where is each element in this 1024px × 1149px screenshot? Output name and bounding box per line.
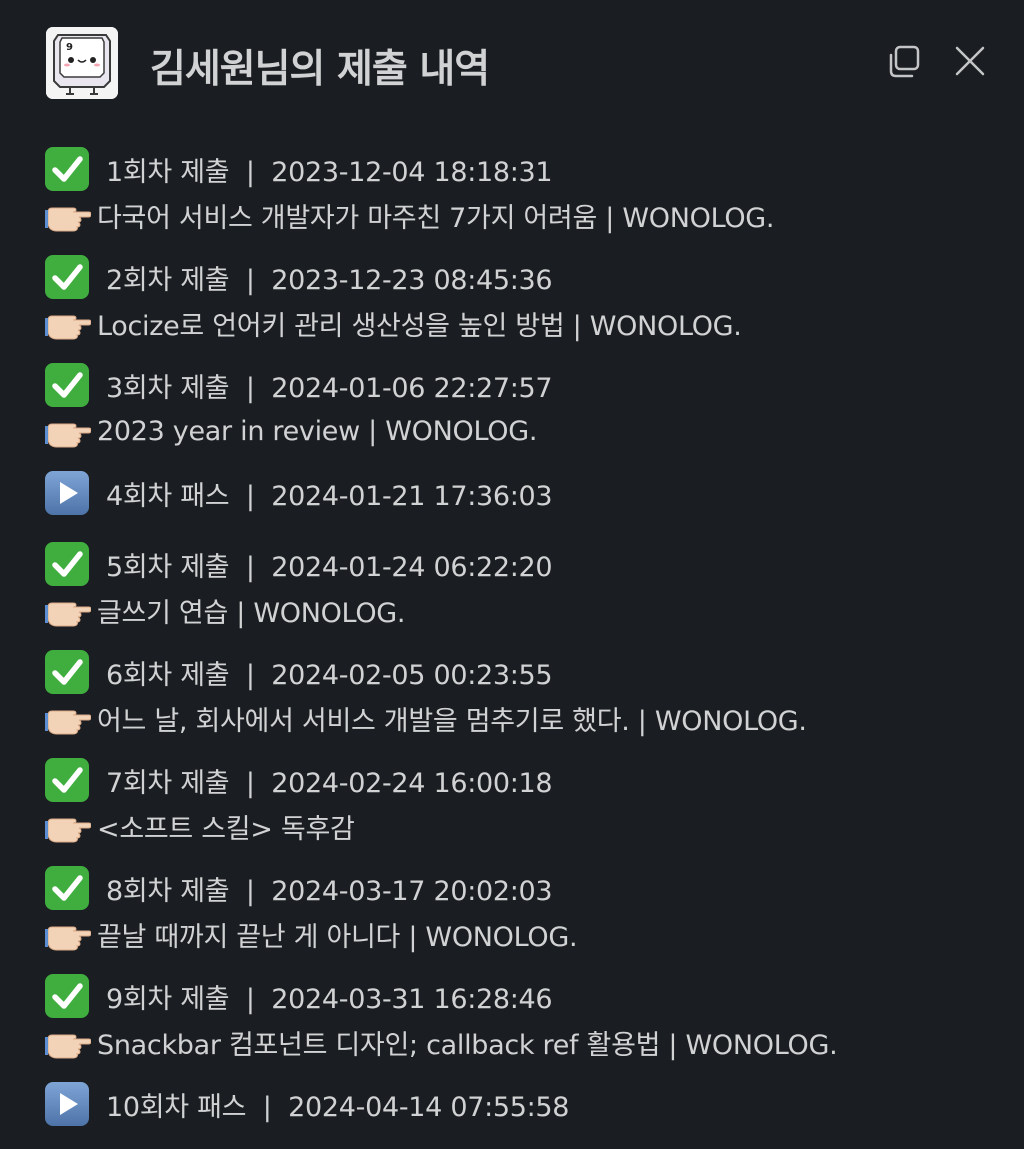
post-link-line: Locize로 언어키 관리 생산성을 높인 방법 | WONOLOG. bbox=[45, 303, 1005, 343]
copy-button[interactable] bbox=[882, 40, 926, 84]
submission-entry: 8회차 제출 | 2024-03-17 20:02:03 끝날 때까지 끝난 게 … bbox=[45, 862, 1005, 954]
pointing-hand-icon bbox=[45, 306, 91, 340]
submission-status-text: 8회차 제출 | 2024-03-17 20:02:03 bbox=[106, 875, 553, 907]
post-link[interactable]: <소프트 스킬> 독후감 bbox=[97, 807, 355, 846]
post-link[interactable]: Locize로 언어키 관리 생산성을 높인 방법 | WONOLOG. bbox=[97, 304, 742, 343]
check-mark-icon bbox=[45, 866, 89, 910]
post-link[interactable]: 끝날 때까지 끝난 게 아니다 | WONOLOG. bbox=[97, 915, 578, 954]
check-mark-icon bbox=[45, 758, 89, 802]
check-mark-icon bbox=[45, 542, 89, 586]
post-link-line: 2023 year in review | WONOLOG. bbox=[45, 411, 1005, 451]
post-link[interactable]: 다국어 서비스 개발자가 마주친 7가지 어려움 | WONOLOG. bbox=[97, 196, 775, 235]
status-line: 7회차 제출 | 2024-02-24 16:00:18 bbox=[45, 754, 1005, 806]
post-link[interactable]: 글쓰기 연습 | WONOLOG. bbox=[97, 591, 405, 630]
check-mark-icon bbox=[45, 650, 89, 694]
submission-status-text: 5회차 제출 | 2024-01-24 06:22:20 bbox=[106, 551, 553, 583]
submission-status-text: 3회차 제출 | 2024-01-06 22:27:57 bbox=[106, 372, 553, 404]
pointing-hand-icon bbox=[45, 198, 91, 232]
submission-status-text: 6회차 제출 | 2024-02-05 00:23:55 bbox=[106, 659, 553, 691]
post-link-line: <소프트 스킬> 독후감 bbox=[45, 806, 1005, 846]
status-line: 1회차 제출 | 2023-12-04 18:18:31 bbox=[45, 143, 1005, 195]
status-line: 9회차 제출 | 2024-03-31 16:28:46 bbox=[45, 970, 1005, 1022]
status-line: 8회차 제출 | 2024-03-17 20:02:03 bbox=[45, 862, 1005, 914]
status-line: 4회차 패스 | 2024-01-21 17:36:03 bbox=[45, 467, 1005, 519]
post-link-line: 글쓰기 연습 | WONOLOG. bbox=[45, 590, 1005, 630]
post-link-line: 어느 날, 회사에서 서비스 개발을 멈추기로 했다. | WONOLOG. bbox=[45, 698, 1005, 738]
submission-status-text: 7회차 제출 | 2024-02-24 16:00:18 bbox=[106, 767, 553, 799]
close-button[interactable] bbox=[947, 40, 991, 84]
dialog-header: 9 김세원님의 제출 내역 bbox=[0, 0, 1024, 125]
pointing-hand-icon bbox=[45, 917, 91, 951]
keycap-mascot-icon: 9 bbox=[46, 27, 118, 99]
submission-entry: 2회차 제출 | 2023-12-23 08:45:36 Locize로 언어키 … bbox=[45, 251, 1005, 343]
check-mark-icon bbox=[45, 255, 89, 299]
submission-entry: 6회차 제출 | 2024-02-05 00:23:55 어느 날, 회사에서 서… bbox=[45, 646, 1005, 738]
submission-status-text: 2회차 제출 | 2023-12-23 08:45:36 bbox=[106, 264, 553, 296]
submission-list: 1회차 제출 | 2023-12-04 18:18:31 다국어 서비스 개발자가… bbox=[45, 143, 1005, 1149]
post-link[interactable]: Snackbar 컴포넌트 디자인; callback ref 활용법 | WO… bbox=[97, 1023, 838, 1062]
submission-entry: 9회차 제출 | 2024-03-31 16:28:46 Snackbar 컴포넌… bbox=[45, 970, 1005, 1062]
status-line: 5회차 제출 | 2024-01-24 06:22:20 bbox=[45, 538, 1005, 590]
check-mark-icon bbox=[45, 974, 89, 1018]
submission-status-text: 10회차 패스 | 2024-04-14 07:55:58 bbox=[106, 1091, 570, 1123]
status-line: 6회차 제출 | 2024-02-05 00:23:55 bbox=[45, 646, 1005, 698]
post-link[interactable]: 2023 year in review | WONOLOG. bbox=[97, 416, 537, 447]
post-link-line: 끝날 때까지 끝난 게 아니다 | WONOLOG. bbox=[45, 914, 1005, 954]
status-line: 2회차 제출 | 2023-12-23 08:45:36 bbox=[45, 251, 1005, 303]
post-link[interactable]: 어느 날, 회사에서 서비스 개발을 멈추기로 했다. | WONOLOG. bbox=[97, 699, 807, 738]
submission-entry: 1회차 제출 | 2023-12-04 18:18:31 다국어 서비스 개발자가… bbox=[45, 143, 1005, 235]
play-icon bbox=[45, 471, 89, 515]
submission-status-text: 4회차 패스 | 2024-01-21 17:36:03 bbox=[106, 480, 553, 512]
post-link-line: 다국어 서비스 개발자가 마주친 7가지 어려움 | WONOLOG. bbox=[45, 195, 1005, 235]
submission-status-text: 1회차 제출 | 2023-12-04 18:18:31 bbox=[106, 156, 553, 188]
submission-entry: 3회차 제출 | 2024-01-06 22:27:57 2023 year in… bbox=[45, 359, 1005, 451]
pointing-hand-icon bbox=[45, 414, 91, 448]
pointing-hand-icon bbox=[45, 701, 91, 735]
pointing-hand-icon bbox=[45, 1025, 91, 1059]
status-line: 10회차 패스 | 2024-04-14 07:55:58 bbox=[45, 1078, 1005, 1130]
check-mark-icon bbox=[45, 147, 89, 191]
pointing-hand-icon bbox=[45, 809, 91, 843]
submission-history-dialog: 9 김세원님의 제출 내역 1회차 제출 | 2023-12-04 18:18:… bbox=[0, 0, 1024, 1126]
submission-entry: 7회차 제출 | 2024-02-24 16:00:18 <소프트 스킬> 독후감 bbox=[45, 754, 1005, 846]
check-mark-icon bbox=[45, 363, 89, 407]
svg-text:9: 9 bbox=[66, 42, 73, 53]
status-line: 3회차 제출 | 2024-01-06 22:27:57 bbox=[45, 359, 1005, 411]
submission-status-text: 9회차 제출 | 2024-03-31 16:28:46 bbox=[106, 983, 553, 1015]
submission-entry: 10회차 패스 | 2024-04-14 07:55:58 bbox=[45, 1078, 1005, 1130]
submission-entry: 4회차 패스 | 2024-01-21 17:36:03 bbox=[45, 467, 1005, 519]
dialog-title: 김세원님의 제출 내역 bbox=[150, 47, 490, 92]
close-icon bbox=[955, 46, 985, 76]
submission-entry: 5회차 제출 | 2024-01-24 06:22:20 글쓰기 연습 | WON… bbox=[45, 538, 1005, 630]
pointing-hand-icon bbox=[45, 593, 91, 627]
post-link-line: Snackbar 컴포넌트 디자인; callback ref 활용법 | WO… bbox=[45, 1022, 1005, 1062]
play-icon bbox=[45, 1082, 89, 1126]
copy-icon bbox=[889, 45, 920, 78]
